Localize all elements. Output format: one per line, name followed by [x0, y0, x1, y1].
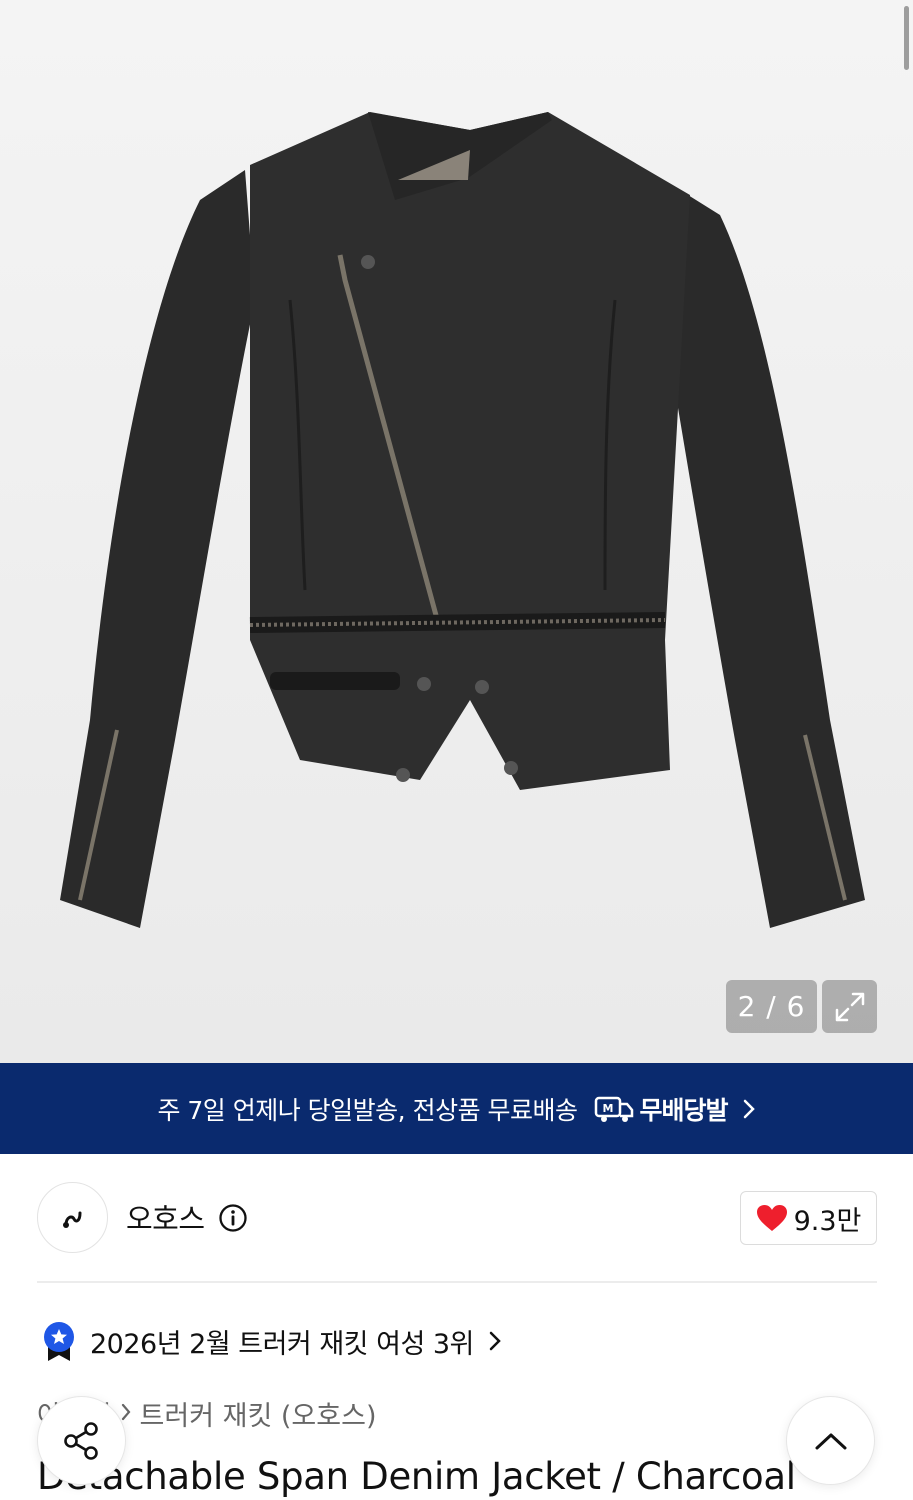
breadcrumb-current[interactable]: 트러커 재킷 (오호스): [140, 1394, 377, 1433]
share-button[interactable]: [37, 1396, 126, 1485]
ranking-link[interactable]: 2026년 2월 트러커 재킷 여성 3위: [40, 1320, 502, 1362]
brand-logo-icon: [62, 1211, 81, 1228]
svg-text:M: M: [602, 1102, 613, 1115]
ranking-text: 2026년 2월 트러커 재킷 여성 3위: [90, 1328, 474, 1360]
product-image-gallery[interactable]: 2 / 6: [0, 0, 913, 1063]
free-shipping-banner[interactable]: 주 7일 언제나 당일발송, 전상품 무료배송 M 무배당발: [0, 1063, 913, 1154]
brand-avatar[interactable]: [37, 1182, 108, 1253]
like-count: 9.3만: [793, 1205, 862, 1237]
share-icon: [63, 1421, 98, 1460]
heart-icon: [756, 1205, 787, 1231]
section-divider: [37, 1281, 877, 1283]
delivery-truck-icon: M: [594, 1096, 633, 1122]
like-button[interactable]: 9.3만: [740, 1191, 877, 1245]
page-scrollbar[interactable]: [904, 6, 909, 70]
expand-image-button[interactable]: [822, 980, 877, 1033]
info-icon[interactable]: [218, 1203, 248, 1237]
banner-logo: M 무배당발: [594, 1091, 729, 1127]
chevron-right-icon: [488, 1330, 502, 1352]
product-image[interactable]: [0, 0, 913, 1063]
image-counter: 2 / 6: [726, 980, 817, 1033]
chevron-right-icon: [742, 1098, 756, 1120]
expand-icon: [835, 992, 864, 1021]
ranking-medal-icon: [44, 1322, 74, 1361]
banner-text: 주 7일 언제나 당일발송, 전상품 무료배송: [157, 1095, 578, 1125]
banner-logo-label: 무배당발: [639, 1095, 729, 1125]
brand-name[interactable]: 오호스: [126, 1196, 205, 1238]
scroll-to-top-button[interactable]: [786, 1396, 875, 1485]
chevron-up-icon: [815, 1433, 846, 1449]
product-title: Detachable Span Denim Jacket / Charcoal: [37, 1455, 796, 1498]
